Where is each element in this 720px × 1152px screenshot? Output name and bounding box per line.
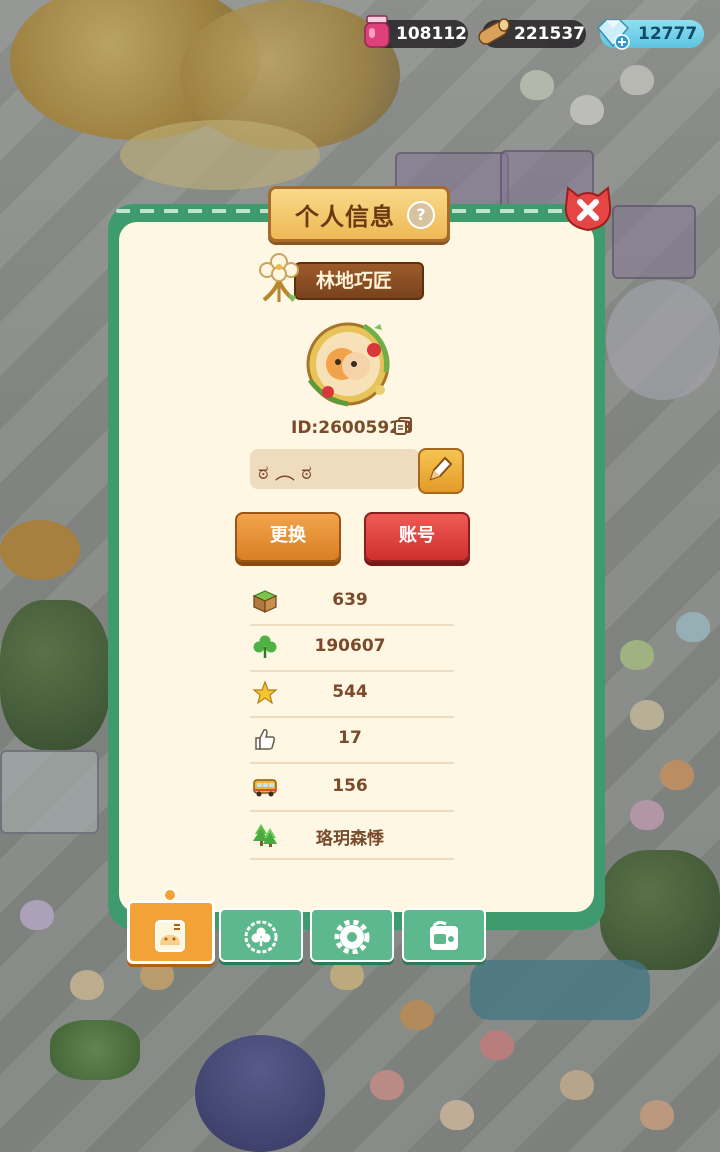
pine-tree-icon [253,824,277,847]
diamond-value: 12777 [638,24,698,44]
profile-card-icon [155,920,185,952]
bus-icon [253,779,277,797]
stat-value-likes: 17 [338,728,362,748]
stat-value-forest-name: 珞玥森悸 [316,829,384,849]
edit-signature-button[interactable] [418,448,464,494]
avatar-portrait [306,322,390,407]
thumbs-up-icon [255,729,276,750]
jam-jar-icon [364,15,390,48]
stat-row-visits: 156 [250,764,454,812]
stat-row-clover: 190607 [250,624,454,672]
diamond-counter[interactable]: 12777 [596,19,704,50]
stat-value-clover: 190607 [314,636,386,656]
dialog-title: 个人信息 [295,203,395,231]
pin-icon [163,888,177,902]
close-button[interactable] [562,184,614,234]
stat-value-visits: 156 [332,776,368,796]
jam-counter[interactable]: 108112 [364,15,468,48]
photo-album-icon [430,920,458,950]
tab-album[interactable] [402,908,486,962]
tab-profile[interactable] [127,888,215,964]
player-avatar[interactable] [304,320,390,407]
pencil-icon [429,456,453,481]
stat-value-star: 544 [332,682,368,702]
diamond-icon [596,19,630,50]
clover-icon [253,635,277,658]
stat-row-forest: 珞玥森悸 [250,812,454,860]
help-icon[interactable]: ? [407,201,435,229]
close-icon [564,186,612,232]
wood-log-icon [478,18,510,45]
wood-counter[interactable]: 221537 [478,18,586,48]
stat-row-star: 544 [250,670,454,718]
gear-icon [334,920,370,954]
dialog-title-plaque: 个人信息 ? [268,186,450,242]
jam-value: 108112 [396,24,467,44]
stat-row-likes: 17 [250,716,454,764]
tab-badges[interactable] [219,908,303,962]
account-button[interactable]: 账号 [364,512,470,562]
rank-badge: 林地巧匠 [254,250,424,306]
star-icon [252,680,278,705]
signature-text: ಠ ︵ ಠ [258,460,312,484]
stat-value-level: 639 [332,590,368,610]
tab-settings[interactable] [310,908,394,962]
change-button[interactable]: 更换 [235,512,341,562]
grass-block-icon [252,590,278,613]
wood-value: 221537 [514,24,585,44]
flower-emblem-icon [259,253,299,302]
copy-icon[interactable] [393,416,413,436]
rank-title: 林地巧匠 [316,270,393,292]
clover-badge-icon [244,920,278,954]
stat-row-level: 639 [250,578,454,626]
